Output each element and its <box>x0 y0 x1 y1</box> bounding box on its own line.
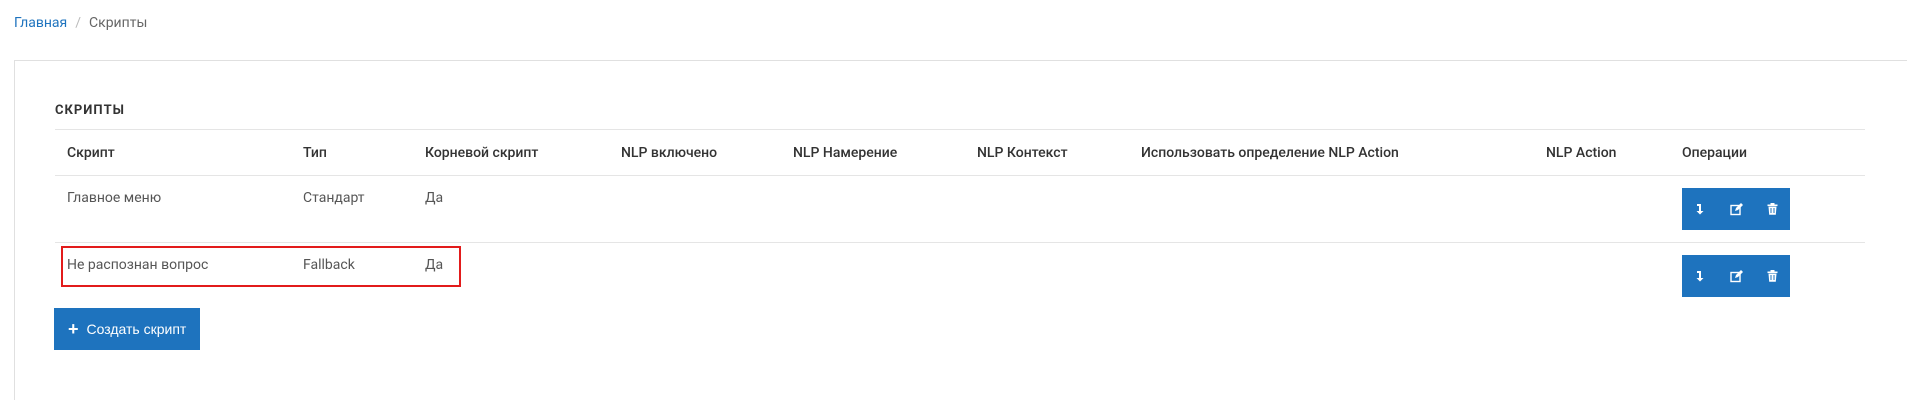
delete-button[interactable] <box>1754 255 1790 297</box>
edit-button[interactable] <box>1718 188 1754 230</box>
header-root: Корневой скрипт <box>413 129 609 176</box>
cell-operations <box>1670 243 1865 310</box>
header-operations: Операции <box>1670 129 1865 176</box>
cell-nlp-action <box>1534 243 1670 310</box>
breadcrumb-home-link[interactable]: Главная <box>14 14 67 32</box>
cell-root: Да <box>425 257 444 273</box>
cell-nlp-intent <box>781 243 965 310</box>
header-row: Скрипт Тип Корневой скрипт NLP включено … <box>55 129 1865 176</box>
trash-icon <box>1767 203 1777 215</box>
header-type: Тип <box>291 129 413 176</box>
operations-group <box>1682 255 1790 297</box>
trash-icon <box>1767 270 1777 282</box>
cell-nlp-action <box>1534 175 1670 243</box>
move-down-button[interactable] <box>1682 255 1718 297</box>
header-script: Скрипт <box>55 129 291 176</box>
operations-group <box>1682 188 1790 230</box>
cell-use-nlp-action <box>1129 175 1534 243</box>
panel-title: СКРИПТЫ <box>55 103 125 118</box>
plus-icon: + <box>68 319 79 339</box>
header-nlp-context: NLP Контекст <box>965 129 1129 176</box>
cell-nlp-context <box>965 175 1129 243</box>
cell-operations <box>1670 175 1865 243</box>
arrow-down-icon <box>1696 271 1704 282</box>
scripts-panel: СКРИПТЫ Скрипт Тип Корневой скрипт NLP в… <box>14 60 1907 400</box>
breadcrumb-separator: / <box>75 15 82 31</box>
cell-type: Стандарт <box>291 175 413 243</box>
scripts-table: Скрипт Тип Корневой скрипт NLP включено … <box>55 129 1865 310</box>
cell-nlp-enabled <box>609 175 781 243</box>
table-row: Не распознан вопрос Fallback Да <box>55 243 1865 310</box>
table-header: Скрипт Тип Корневой скрипт NLP включено … <box>55 129 1865 176</box>
cell-script: Не распознан вопрос <box>67 257 209 273</box>
edit-button[interactable] <box>1718 255 1754 297</box>
table-row: Главное меню Стандарт Да <box>55 175 1865 243</box>
delete-button[interactable] <box>1754 188 1790 230</box>
arrow-down-icon <box>1696 204 1704 215</box>
edit-icon <box>1729 202 1743 215</box>
header-nlp-action: NLP Action <box>1534 129 1670 176</box>
scripts-table-wrapper: Скрипт Тип Корневой скрипт NLP включено … <box>55 129 1865 310</box>
breadcrumb: Главная / Скрипты <box>14 14 147 32</box>
table-body: Главное меню Стандарт Да Не распознан во… <box>55 175 1865 310</box>
cell-nlp-enabled <box>609 243 781 310</box>
cell-script: Главное меню <box>55 175 291 243</box>
breadcrumb-current: Скрипты <box>89 15 148 31</box>
header-nlp-intent: NLP Намерение <box>781 129 965 176</box>
cell-nlp-context <box>965 243 1129 310</box>
header-use-nlp-action: Использовать определение NLP Action <box>1129 129 1534 176</box>
create-script-button[interactable]: + Создать скрипт <box>54 308 201 350</box>
edit-icon <box>1729 269 1743 282</box>
cell-root: Да <box>413 175 609 243</box>
cell-use-nlp-action <box>1129 243 1534 310</box>
cell-type: Fallback <box>303 257 355 273</box>
create-script-label: Создать скрипт <box>86 321 187 337</box>
cell-nlp-intent <box>781 175 965 243</box>
move-down-button[interactable] <box>1682 188 1718 230</box>
header-nlp-enabled: NLP включено <box>609 129 781 176</box>
